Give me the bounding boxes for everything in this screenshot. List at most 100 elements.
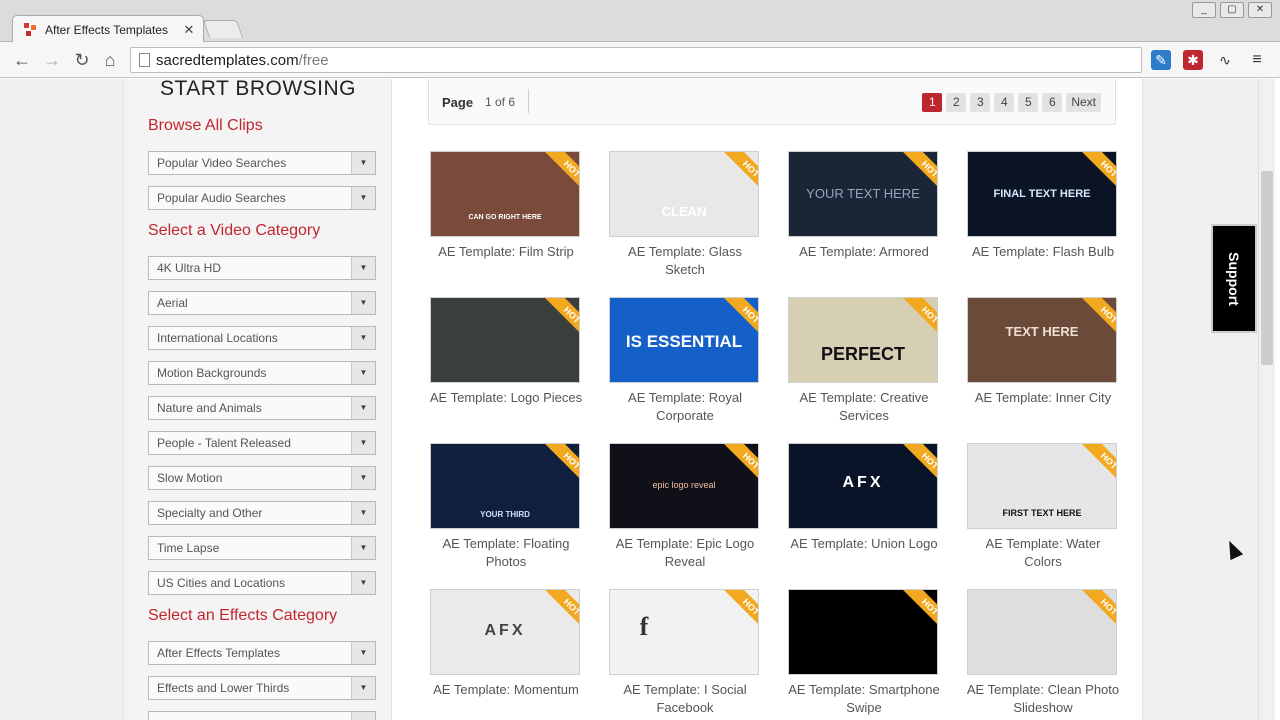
template-card[interactable]: YOUR THIRD HOT AE Template: Floating Pho… [428,443,584,583]
hot-badge: HOT [537,298,579,340]
template-title[interactable]: AE Template: Armored [786,243,942,261]
dropdown-international-locations[interactable]: International Locations ▼ [148,326,376,350]
page-link-5[interactable]: 5 [1018,93,1039,112]
home-icon[interactable]: ⌂ [100,50,120,70]
template-title[interactable]: AE Template: Flash Bulb [965,243,1121,261]
title-bar: After Effects Templates ✕ _ ▢ ✕ [0,0,1280,43]
template-card[interactable]: HOT AE Template: Smartphone Swipe [786,589,942,720]
template-thumbnail[interactable]: CAN GO RIGHT HERE HOT [430,151,580,237]
thumbnail-text: FIRST TEXT HERE [1002,508,1082,518]
page-link-6[interactable]: 6 [1042,93,1063,112]
dropdown-after-effects-templates[interactable]: After Effects Templates ▼ [148,641,376,665]
dropdown-us-cities-and-locations[interactable]: US Cities and Locations ▼ [148,571,376,595]
support-label: Support [1226,251,1242,306]
chevron-down-icon: ▼ [351,537,375,559]
dropdown-slow-motion[interactable]: Slow Motion ▼ [148,466,376,490]
back-arrow-icon[interactable]: ← [12,50,32,70]
template-card[interactable]: YOUR TEXT HERE HOT AE Template: Armored [786,151,942,291]
template-thumbnail[interactable]: TEXT HERE HOT [967,297,1117,383]
template-title[interactable]: AE Template: Creative Services [786,389,942,425]
dropdown-popular-video-searches[interactable]: Popular Video Searches ▼ [148,151,376,175]
close-window-button[interactable]: ✕ [1248,2,1272,18]
template-thumbnail[interactable]: IS ESSENTIAL HOT [609,297,759,383]
template-thumbnail[interactable]: AFX HOT [788,443,938,529]
support-tab[interactable]: Support [1211,224,1257,333]
template-thumbnail[interactable]: f HOT [609,589,759,675]
template-title[interactable]: AE Template: Floating Photos [428,535,584,571]
template-thumbnail[interactable]: FINAL TEXT HERE HOT [967,151,1117,237]
next-page-link[interactable]: Next [1066,93,1101,112]
extension-asterisk-icon[interactable]: ✱ [1183,50,1203,70]
forward-arrow-icon[interactable]: → [42,50,62,70]
template-card[interactable]: TEXT HERE HOT AE Template: Inner City [965,297,1121,437]
url-host: sacredtemplates.com [156,51,299,69]
template-thumbnail[interactable]: FIRST TEXT HERE HOT [967,443,1117,529]
template-card[interactable]: HOT AE Template: Logo Pieces [428,297,584,437]
template-thumbnail[interactable]: epic logo reveal HOT [609,443,759,529]
template-card[interactable]: PERFECT HOT AE Template: Creative Servic… [786,297,942,437]
template-card[interactable]: AFX HOT AE Template: Momentum [428,589,584,720]
minimize-button[interactable]: _ [1192,2,1216,18]
dropdown-nature-and-animals[interactable]: Nature and Animals ▼ [148,396,376,420]
template-card[interactable]: CAN GO RIGHT HERE HOT AE Template: Film … [428,151,584,291]
dropdown-people-talent-released[interactable]: People - Talent Released ▼ [148,431,376,455]
template-title[interactable]: AE Template: Royal Corporate [607,389,763,425]
template-card[interactable]: FINAL TEXT HERE HOT AE Template: Flash B… [965,151,1121,291]
template-card[interactable]: CLEAN HOT AE Template: Glass Sketch [607,151,763,291]
template-title[interactable]: AE Template: Glass Sketch [607,243,763,279]
template-thumbnail[interactable]: HOT [430,297,580,383]
chevron-down-icon: ▼ [351,677,375,699]
menu-icon[interactable]: ≡ [1247,50,1267,70]
tab-close-icon[interactable]: ✕ [181,22,197,38]
dropdown-4k-ultra-hd[interactable]: 4K Ultra HD ▼ [148,256,376,280]
new-tab-button[interactable] [202,20,244,38]
template-thumbnail[interactable]: CLEAN HOT [609,151,759,237]
address-bar[interactable]: sacredtemplates.com /free [130,47,1142,73]
page-scrollbar[interactable] [1258,79,1275,720]
template-card[interactable]: HOT AE Template: Clean Photo Slideshow [965,589,1121,720]
template-title[interactable]: AE Template: Film Strip [428,243,584,261]
template-title[interactable]: AE Template: Water Colors [965,535,1121,571]
template-card[interactable]: AFX HOT AE Template: Union Logo [786,443,942,583]
dropdown-specialty-and-other[interactable]: Specialty and Other ▼ [148,501,376,525]
dropdown-partial[interactable]: ▼ [148,711,376,720]
template-title[interactable]: AE Template: I Social Facebook [607,681,763,717]
template-title[interactable]: AE Template: Clean Photo Slideshow [965,681,1121,717]
dropdown-aerial[interactable]: Aerial ▼ [148,291,376,315]
dropdown-time-lapse[interactable]: Time Lapse ▼ [148,536,376,560]
page-link-1[interactable]: 1 [922,93,943,112]
window-controls: _ ▢ ✕ [1192,2,1272,18]
url-path: /free [298,51,329,69]
chevron-down-icon: ▼ [351,502,375,524]
template-thumbnail[interactable]: HOT [967,589,1117,675]
template-title[interactable]: AE Template: Momentum [428,681,584,699]
dropdown-motion-backgrounds[interactable]: Motion Backgrounds ▼ [148,361,376,385]
dropdown-popular-audio-searches[interactable]: Popular Audio Searches ▼ [148,186,376,210]
extension-pulse-icon[interactable]: ∿ [1215,50,1235,70]
page-link-3[interactable]: 3 [970,93,991,112]
chevron-down-icon: ▼ [351,187,375,209]
hot-badge: HOT [1074,298,1116,340]
extension-puzzle-icon[interactable]: ✎ [1151,50,1171,70]
page-link-4[interactable]: 4 [994,93,1015,112]
page-link-2[interactable]: 2 [946,93,967,112]
template-card[interactable]: f HOT AE Template: I Social Facebook [607,589,763,720]
maximize-button[interactable]: ▢ [1220,2,1244,18]
template-thumbnail[interactable]: YOUR TEXT HERE HOT [788,151,938,237]
template-title[interactable]: AE Template: Logo Pieces [428,389,584,407]
template-thumbnail[interactable]: PERFECT HOT [788,297,938,383]
template-thumbnail[interactable]: HOT [788,589,938,675]
template-card[interactable]: IS ESSENTIAL HOT AE Template: Royal Corp… [607,297,763,437]
template-card[interactable]: FIRST TEXT HERE HOT AE Template: Water C… [965,443,1121,583]
template-card[interactable]: epic logo reveal HOT AE Template: Epic L… [607,443,763,583]
template-thumbnail[interactable]: YOUR THIRD HOT [430,443,580,529]
reload-icon[interactable]: ↻ [72,50,92,70]
scrollbar-thumb[interactable] [1261,171,1273,365]
dropdown-effects-and-lower-thirds[interactable]: Effects and Lower Thirds ▼ [148,676,376,700]
template-title[interactable]: AE Template: Union Logo [786,535,942,553]
template-thumbnail[interactable]: AFX HOT [430,589,580,675]
browser-tab[interactable]: After Effects Templates ✕ [12,15,204,43]
template-title[interactable]: AE Template: Smartphone Swipe [786,681,942,717]
template-title[interactable]: AE Template: Epic Logo Reveal [607,535,763,571]
template-title[interactable]: AE Template: Inner City [965,389,1121,407]
